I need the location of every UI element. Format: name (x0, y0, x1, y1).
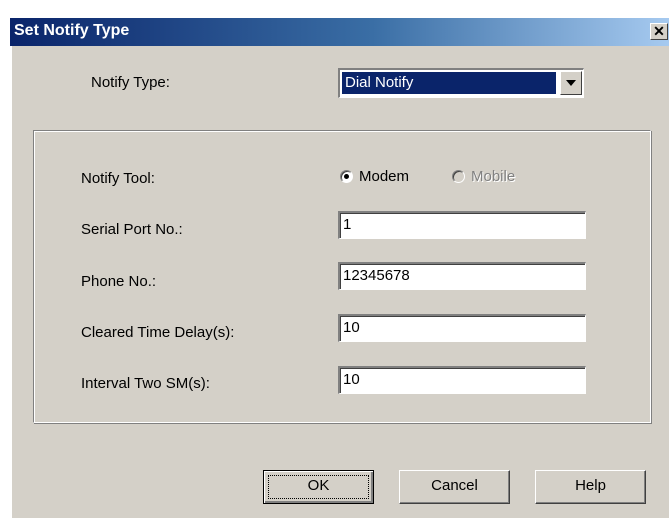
help-button[interactable]: Help (535, 470, 646, 504)
close-button[interactable]: ✕ (650, 23, 668, 40)
cancel-button[interactable]: Cancel (399, 470, 510, 504)
phone-label: Phone No.: (81, 273, 157, 290)
modem-radio[interactable] (340, 170, 353, 183)
cleared-delay-input[interactable]: 10 (338, 314, 586, 342)
serial-port-input[interactable]: 1 (338, 211, 586, 239)
focus-rect (268, 475, 369, 499)
phone-input[interactable]: 12345678 (338, 262, 586, 290)
notify-type-dropdown[interactable]: Dial Notify (338, 68, 584, 98)
notify-tool-label: Notify Tool: (81, 170, 155, 187)
title-bar[interactable]: Set Notify Type ✕ (10, 18, 669, 46)
cancel-label: Cancel (431, 477, 478, 494)
cleared-delay-label: Cleared Time Delay(s): (81, 324, 235, 341)
ok-button[interactable]: OK (263, 470, 374, 504)
mobile-radio (452, 170, 465, 183)
close-icon: ✕ (653, 23, 665, 39)
radio-selected-dot (344, 174, 349, 179)
help-label: Help (575, 477, 606, 494)
chevron-down-icon[interactable] (560, 71, 582, 95)
modem-radio-label[interactable]: Modem (359, 168, 409, 185)
mobile-radio-label: Mobile (471, 168, 516, 185)
serial-port-label: Serial Port No.: (81, 221, 183, 238)
dialog-title: Set Notify Type (14, 22, 130, 39)
interval-sm-label: Interval Two SM(s): (81, 375, 210, 392)
notify-type-value: Dial Notify (342, 72, 556, 94)
interval-sm-input[interactable]: 10 (338, 366, 586, 394)
notify-type-label: Notify Type: (91, 74, 170, 91)
